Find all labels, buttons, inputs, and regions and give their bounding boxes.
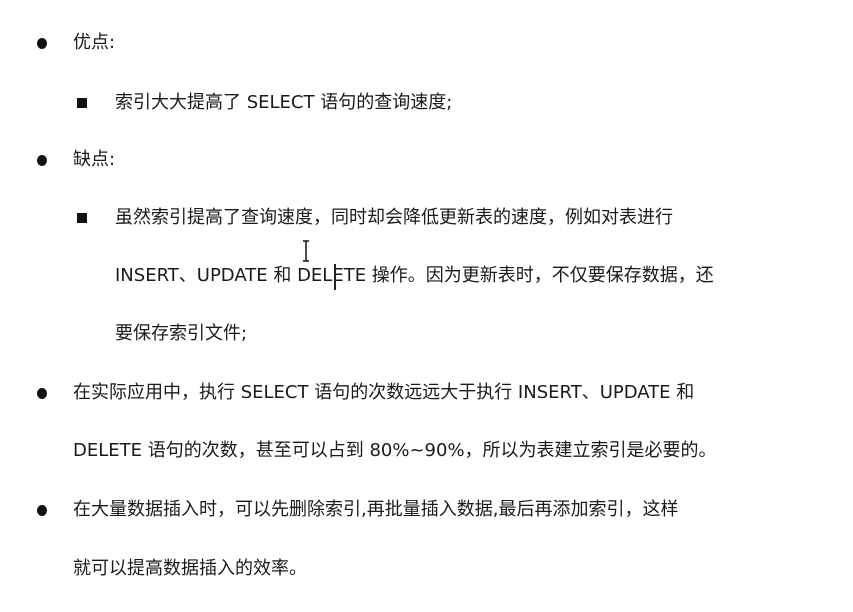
text-caret [334,264,336,290]
mouse-ibeam-cursor-icon [303,240,309,262]
usage-text-line-1: 在实际应用中，执行 SELECT 语句的次数远远大于执行 INSERT、UPDA… [73,382,695,403]
heading-advantages: 优点: [73,32,116,53]
disadvantage-text-line-3: 要保存索引文件; [115,323,248,344]
bullet-icon [37,155,47,166]
square-bullet-icon [77,98,87,108]
usage-text-line-2: DELETE 语句的次数，甚至可以占到 80%~90%，所以为表建立索引是必要的… [73,440,717,461]
square-bullet-icon [77,213,87,223]
advantage-text: 索引大大提高了 SELECT 语句的查询速度; [115,92,453,113]
disadvantage-text-line-1: 虽然索引提高了查询速度，同时却会降低更新表的速度，例如对表进行 [115,207,673,228]
insert-tip-line-2: 就可以提高数据插入的效率。 [73,558,307,579]
bullet-icon [37,38,47,49]
bullet-icon [37,505,47,516]
bullet-icon [37,388,47,399]
insert-tip-line-1: 在大量数据插入时，可以先删除索引,再批量插入数据,最后再添加索引，这样 [73,499,679,520]
heading-disadvantages: 缺点: [73,149,116,170]
disadvantage-text-line-2: INSERT、UPDATE 和 DELETE 操作。因为更新表时，不仅要保存数据… [115,265,714,286]
